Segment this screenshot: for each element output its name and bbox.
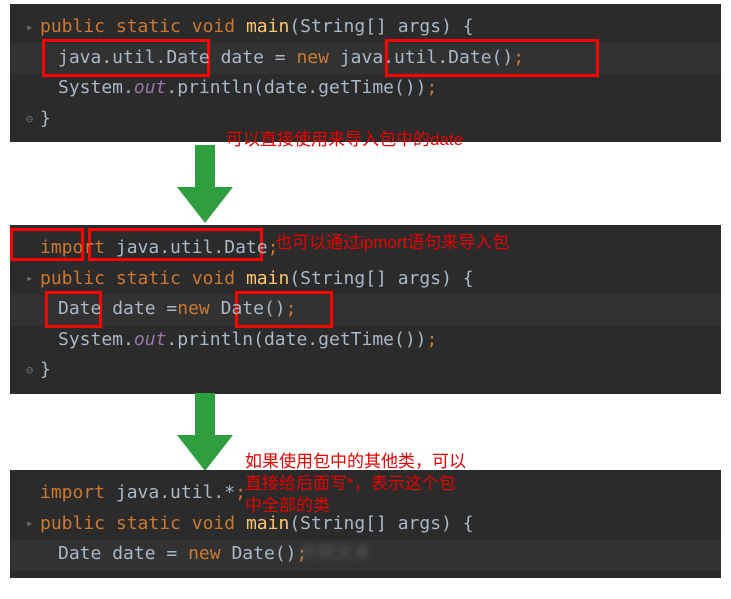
code-line: Date date = new Date();示例文本 xyxy=(18,539,721,570)
code-block-1: ▸public static void main(String[] args) … xyxy=(10,4,721,142)
code-line: System.out.println(date.getTime()); xyxy=(18,325,721,356)
code-line: ▸public static void main(String[] args) … xyxy=(18,12,721,43)
annotation-3a: 如果使用包中的其他类，可以 xyxy=(245,451,466,473)
code-block-2: import java.util.Date; ▸public static vo… xyxy=(10,225,721,394)
green-arrow-1 xyxy=(175,145,235,223)
green-arrow-2 xyxy=(175,393,235,471)
code-line: ▸public static void main(String[] args) … xyxy=(18,264,721,295)
code-line: import java.util.Date; xyxy=(18,233,721,264)
code-line: ⊖} xyxy=(18,104,721,135)
code-line: import java.util.*; xyxy=(18,478,721,509)
blurred-watermark: 示例文本 xyxy=(299,543,371,564)
code-line: java.util.Date date = new java.util.Date… xyxy=(18,43,721,74)
code-line: ▸public static void main(String[] args) … xyxy=(18,509,721,540)
code-block-3: import java.util.*; ▸public static void … xyxy=(10,470,721,578)
code-line: Date date =new Date(); xyxy=(18,294,721,325)
code-line: System.out.println(date.getTime()); xyxy=(18,73,721,104)
code-line: ⊖} xyxy=(18,355,721,386)
